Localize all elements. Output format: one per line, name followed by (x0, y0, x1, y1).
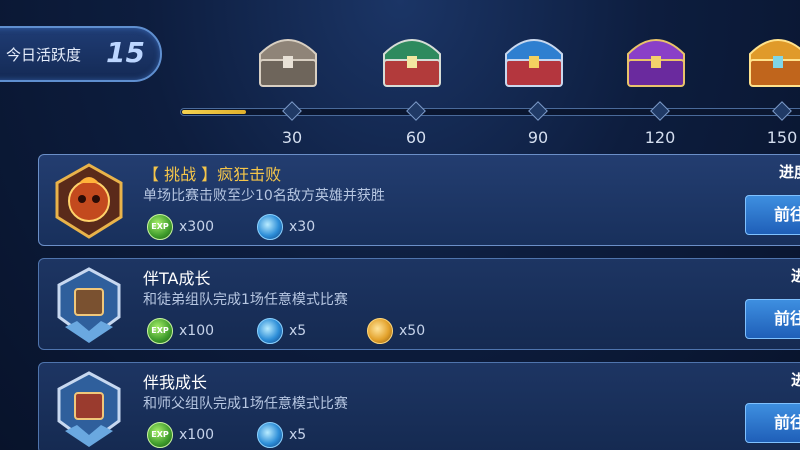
blue-shield-emblem-icon (57, 267, 121, 343)
activity-progress-bar (180, 108, 800, 116)
crystal-icon (257, 422, 283, 448)
task-title: 伴我成长 (143, 373, 208, 392)
fire-skull-emblem-icon (55, 163, 123, 239)
task-progress-label: 进度 (779, 163, 800, 181)
task-card: 【 挑战 】疯狂击败 单场比赛击败至少10名敌方英雄并获胜 EXP x300 x… (38, 154, 800, 246)
milestone-label: 60 (405, 128, 427, 147)
activity-value: 15 (106, 36, 145, 69)
task-card: 伴我成长 和师父组队完成1场任意模式比赛 EXP x100 x5 进 前往 (38, 362, 800, 450)
task-description: 单场比赛击败至少10名敌方英雄并获胜 (143, 188, 385, 204)
task-description: 和徒弟组队完成1场任意模式比赛 (143, 292, 348, 308)
blue-chest-icon[interactable] (498, 24, 570, 94)
task-title: 伴TA成长 (143, 269, 211, 288)
reward-item: x5 (257, 421, 306, 449)
reward-count: x50 (399, 323, 426, 339)
red-shield-emblem-icon (57, 371, 121, 447)
reward-item: EXP x300 (147, 213, 214, 241)
activity-progress-fill (182, 110, 246, 114)
milestone-label: 90 (527, 128, 549, 147)
milestone-marker (528, 101, 548, 121)
go-button[interactable]: 前往 (745, 403, 800, 443)
gold-chest-icon[interactable] (742, 24, 800, 94)
reward-item: EXP x100 (147, 317, 214, 345)
crystal-icon (257, 214, 283, 240)
milestone-label: 30 (281, 128, 303, 147)
reward-item: EXP x100 (147, 421, 214, 449)
reward-count: x100 (179, 427, 215, 443)
task-progress-label: 进 (791, 371, 800, 389)
exp-icon: EXP (147, 318, 173, 344)
milestone-marker (282, 101, 302, 121)
reward-count: x30 (289, 219, 316, 235)
coin-icon (367, 318, 393, 344)
milestone-marker (650, 101, 670, 121)
bronze-chest-icon[interactable] (252, 24, 324, 94)
milestone-marker (772, 101, 792, 121)
reward-count: x100 (179, 323, 215, 339)
purple-chest-icon[interactable] (620, 24, 692, 94)
activity-label: 今日活跃度 (6, 46, 82, 64)
go-button[interactable]: 前往 (745, 299, 800, 339)
task-progress-label: 进 (791, 267, 800, 285)
reward-item: x30 (257, 213, 315, 241)
task-card: 伴TA成长 和徒弟组队完成1场任意模式比赛 EXP x100 x5 x50 进 … (38, 258, 800, 350)
reward-item: x5 (257, 317, 306, 345)
reward-count: x5 (289, 323, 307, 339)
green-chest-icon[interactable] (376, 24, 448, 94)
milestone-label: 120 (644, 128, 676, 147)
reward-item: x50 (367, 317, 425, 345)
activity-badge: 今日活跃度 15 (0, 26, 162, 82)
reward-count: x300 (179, 219, 215, 235)
crystal-icon (257, 318, 283, 344)
task-description: 和师父组队完成1场任意模式比赛 (143, 396, 348, 412)
exp-icon: EXP (147, 422, 173, 448)
milestone-label: 150 (766, 128, 798, 147)
exp-icon: EXP (147, 214, 173, 240)
task-title: 【 挑战 】疯狂击败 (143, 165, 282, 184)
milestone-marker (406, 101, 426, 121)
go-button[interactable]: 前往 (745, 195, 800, 235)
reward-count: x5 (289, 427, 307, 443)
